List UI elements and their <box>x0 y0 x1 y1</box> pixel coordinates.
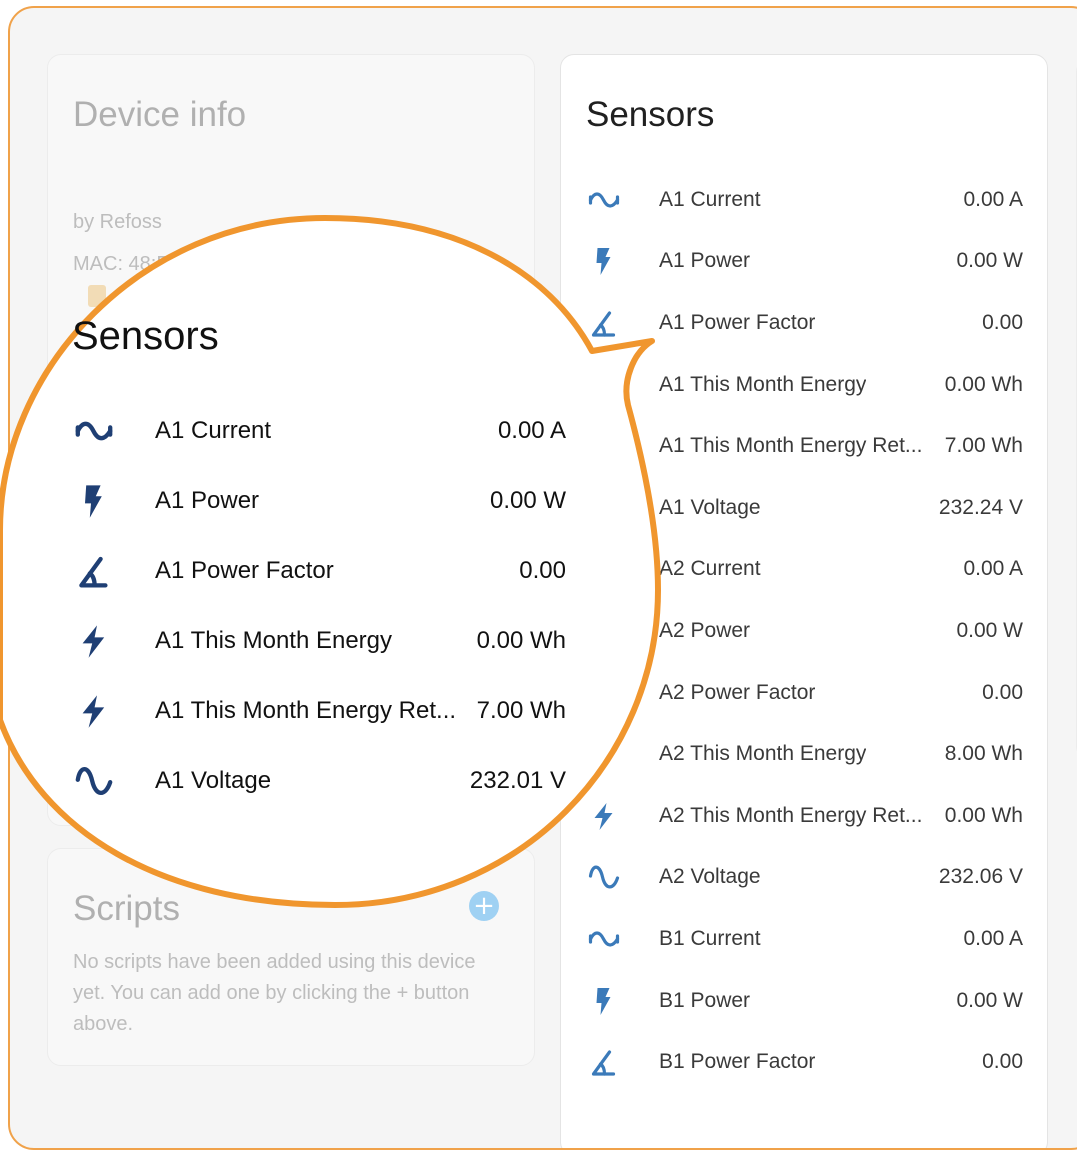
power-icon <box>85 485 102 518</box>
zoom-sensors-title: Sensors <box>72 314 219 358</box>
energy-icon <box>82 625 105 658</box>
angle-icon-wrap <box>74 553 114 589</box>
sensor-value: 0.00 W <box>489 487 566 514</box>
sensor-row[interactable]: A1 Power Factor 0.00 <box>0 536 600 606</box>
sensor-row[interactable]: A1 Current 0.00 A <box>0 396 600 466</box>
zoom-sensor-list: A1 Current 0.00 A A1 Power 0.00 W A1 Power F… <box>0 396 600 816</box>
energy-icon <box>82 695 105 728</box>
sensor-value: 0.00 A <box>497 417 566 444</box>
zoom-callout: Sensors A1 Current 0.00 A A1 Power 0.00 W A1… <box>0 0 1077 1122</box>
voltage-icon-wrap <box>74 763 114 799</box>
voltage-icon <box>75 767 113 795</box>
sensor-row[interactable]: A1 Voltage 232.01 V <box>0 746 600 816</box>
sensor-label: A1 Current <box>155 417 272 444</box>
zoom-sensors-panel: Sensors A1 Current 0.00 A A1 Power 0.00 W A1… <box>0 220 660 910</box>
sensor-label: A1 Power <box>155 487 260 514</box>
sensor-label: A1 Power Factor <box>155 557 334 584</box>
sensor-value: 232.01 V <box>469 767 566 794</box>
sensor-label: A1 Voltage <box>155 767 272 794</box>
energy-icon-wrap <box>74 693 114 729</box>
sensor-row[interactable]: A1 This Month Energy Ret... 7.00 Wh <box>0 676 600 746</box>
current-icon <box>75 421 113 441</box>
angle-icon <box>79 556 108 588</box>
sensor-value: 0.00 Wh <box>476 627 566 654</box>
sensor-label: A1 This Month Energy <box>155 627 393 654</box>
current-icon-wrap <box>74 413 114 449</box>
sensor-label: A1 This Month Energy Ret... <box>155 697 457 724</box>
power-icon-wrap <box>74 483 114 519</box>
energy-icon-wrap <box>74 623 114 659</box>
sensor-value: 7.00 Wh <box>476 697 566 724</box>
sensor-value: 0.00 <box>519 557 566 584</box>
sensor-row[interactable]: A1 Power 0.00 W <box>0 466 600 536</box>
sensor-row[interactable]: A1 This Month Energy 0.00 Wh <box>0 606 600 676</box>
